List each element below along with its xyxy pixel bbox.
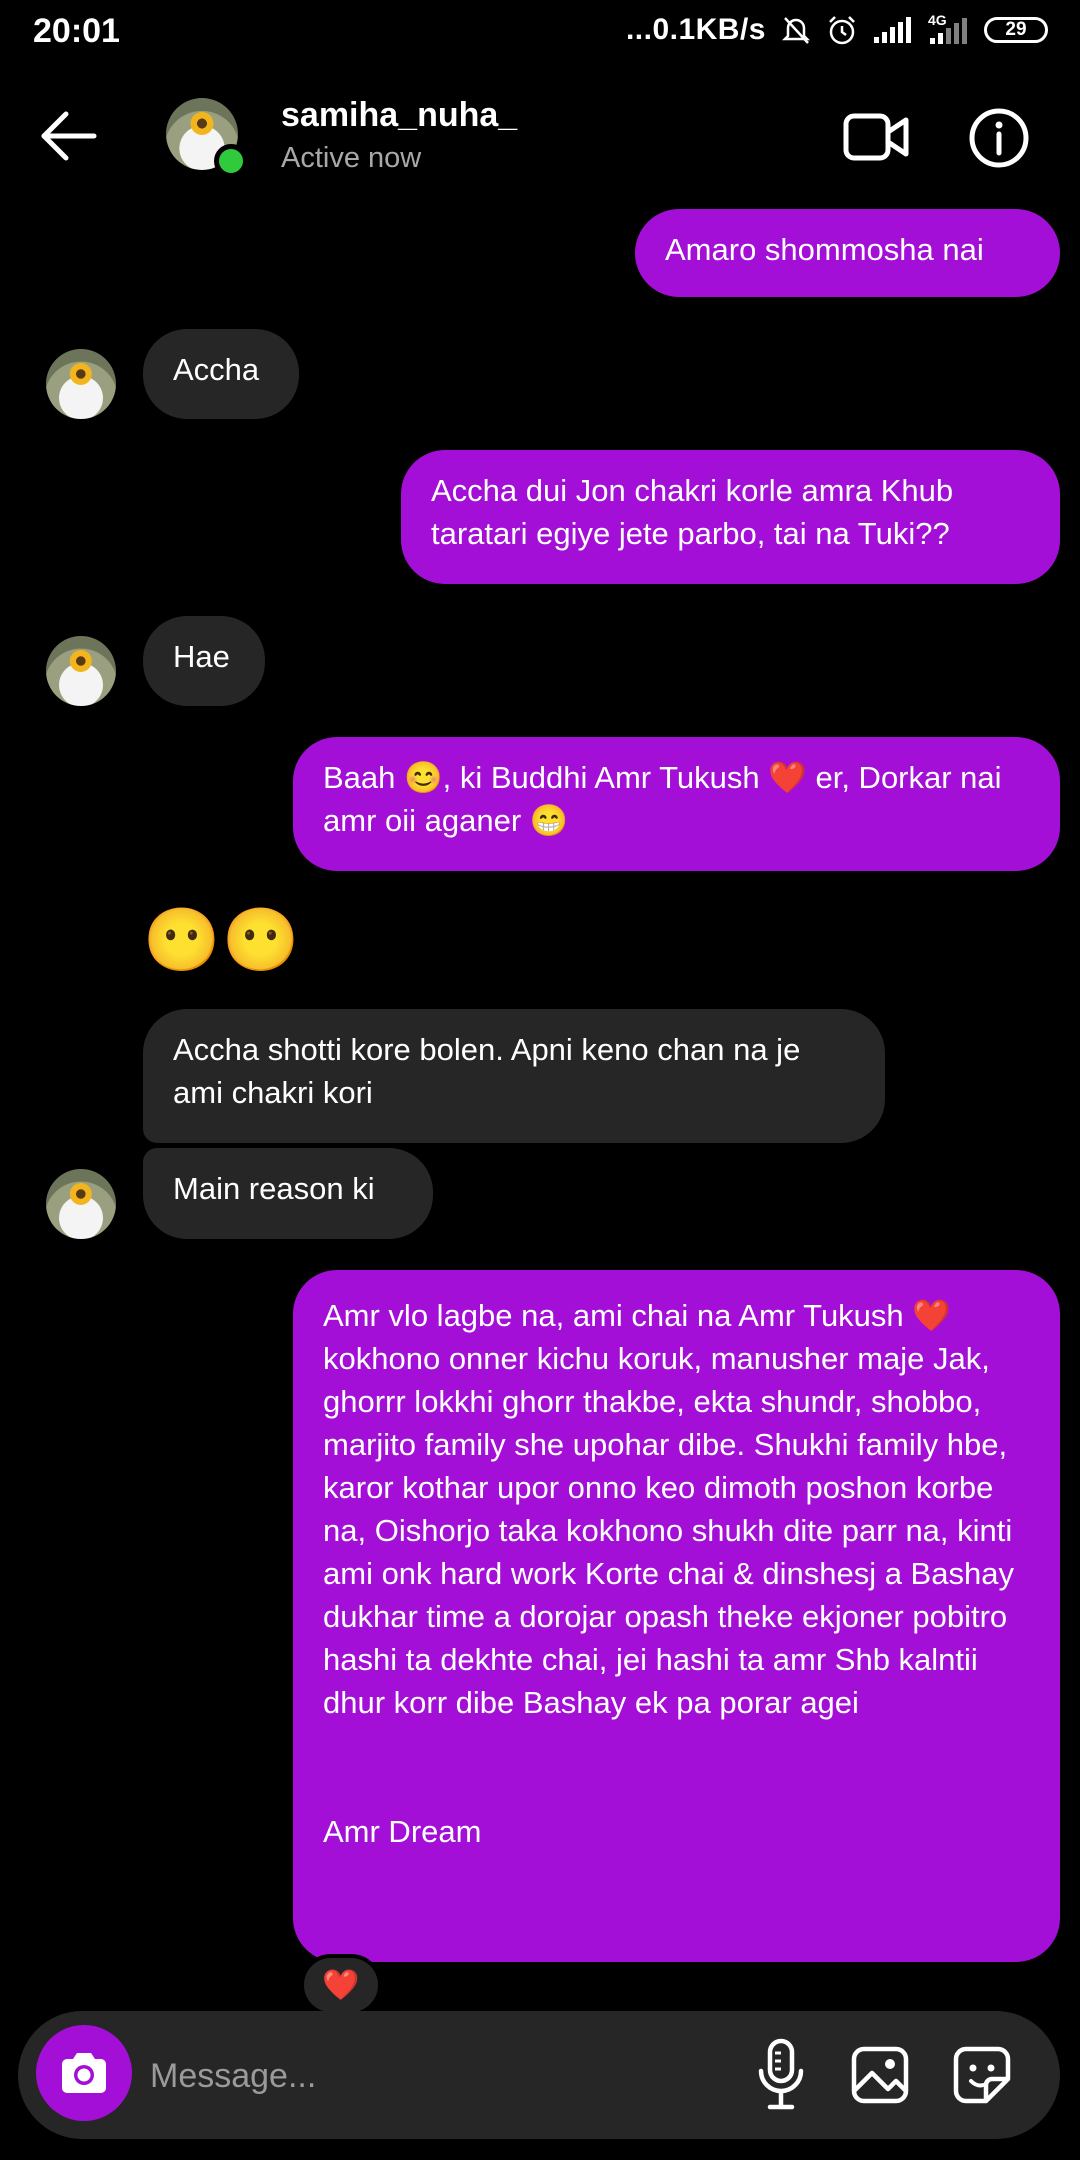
contact-username[interactable]: samiha_nuha_ [281,96,517,135]
camera-button[interactable] [36,2025,132,2121]
message-composer [18,2011,1060,2139]
online-status-dot [214,144,248,178]
info-icon[interactable] [968,107,1030,169]
message-outgoing[interactable]: Amr vlo lagbe na, ami chai na Amr Tukush… [293,1270,1060,1962]
avatar[interactable] [46,636,116,706]
mute-bell-icon [781,17,811,44]
microphone-icon[interactable] [753,2037,809,2113]
message-incoming[interactable]: Main reason ki [143,1148,433,1239]
message-input[interactable] [148,2045,732,2107]
signal-4g-icon: 4G [926,12,970,46]
emoji-message[interactable]: 😶😶 [143,906,301,976]
message-incoming[interactable]: Accha shotti kore bolen. Apni keno chan … [143,1009,885,1143]
header-avatar[interactable] [166,98,248,178]
avatar[interactable] [46,1169,116,1239]
arrow-left-icon[interactable] [38,108,98,164]
camera-icon [62,2053,106,2093]
message-outgoing[interactable]: Amaro shommosha nai [635,209,1060,297]
signal-icon [874,17,911,43]
alarm-icon [829,16,855,45]
image-icon[interactable] [850,2045,910,2105]
message-incoming[interactable]: Hae [143,616,265,706]
message-incoming[interactable]: Accha [143,329,299,419]
message-outgoing[interactable]: Accha dui Jon chakri korle amra Khub tar… [401,450,1060,584]
contact-activity-status: Active now [281,142,422,174]
battery-indicator: 29 [984,17,1048,43]
sticker-icon[interactable] [952,2045,1012,2105]
status-time: 20:01 [33,12,120,50]
network-speed: ...0.1KB/s [625,13,766,46]
video-camera-icon[interactable] [842,104,910,170]
avatar[interactable] [46,349,116,419]
message-outgoing[interactable]: Baah 😊, ki Buddhi Amr Tukush ❤️ er, Dork… [293,737,1060,871]
status-bar: 20:01 ...0.1KB/s 4G 29 [0,0,1080,60]
status-icons: ...0.1KB/s 4G 29 [626,10,1048,50]
chat-header: samiha_nuha_ Active now [0,70,1080,200]
heart-reaction[interactable]: ❤️ [300,1954,382,2016]
